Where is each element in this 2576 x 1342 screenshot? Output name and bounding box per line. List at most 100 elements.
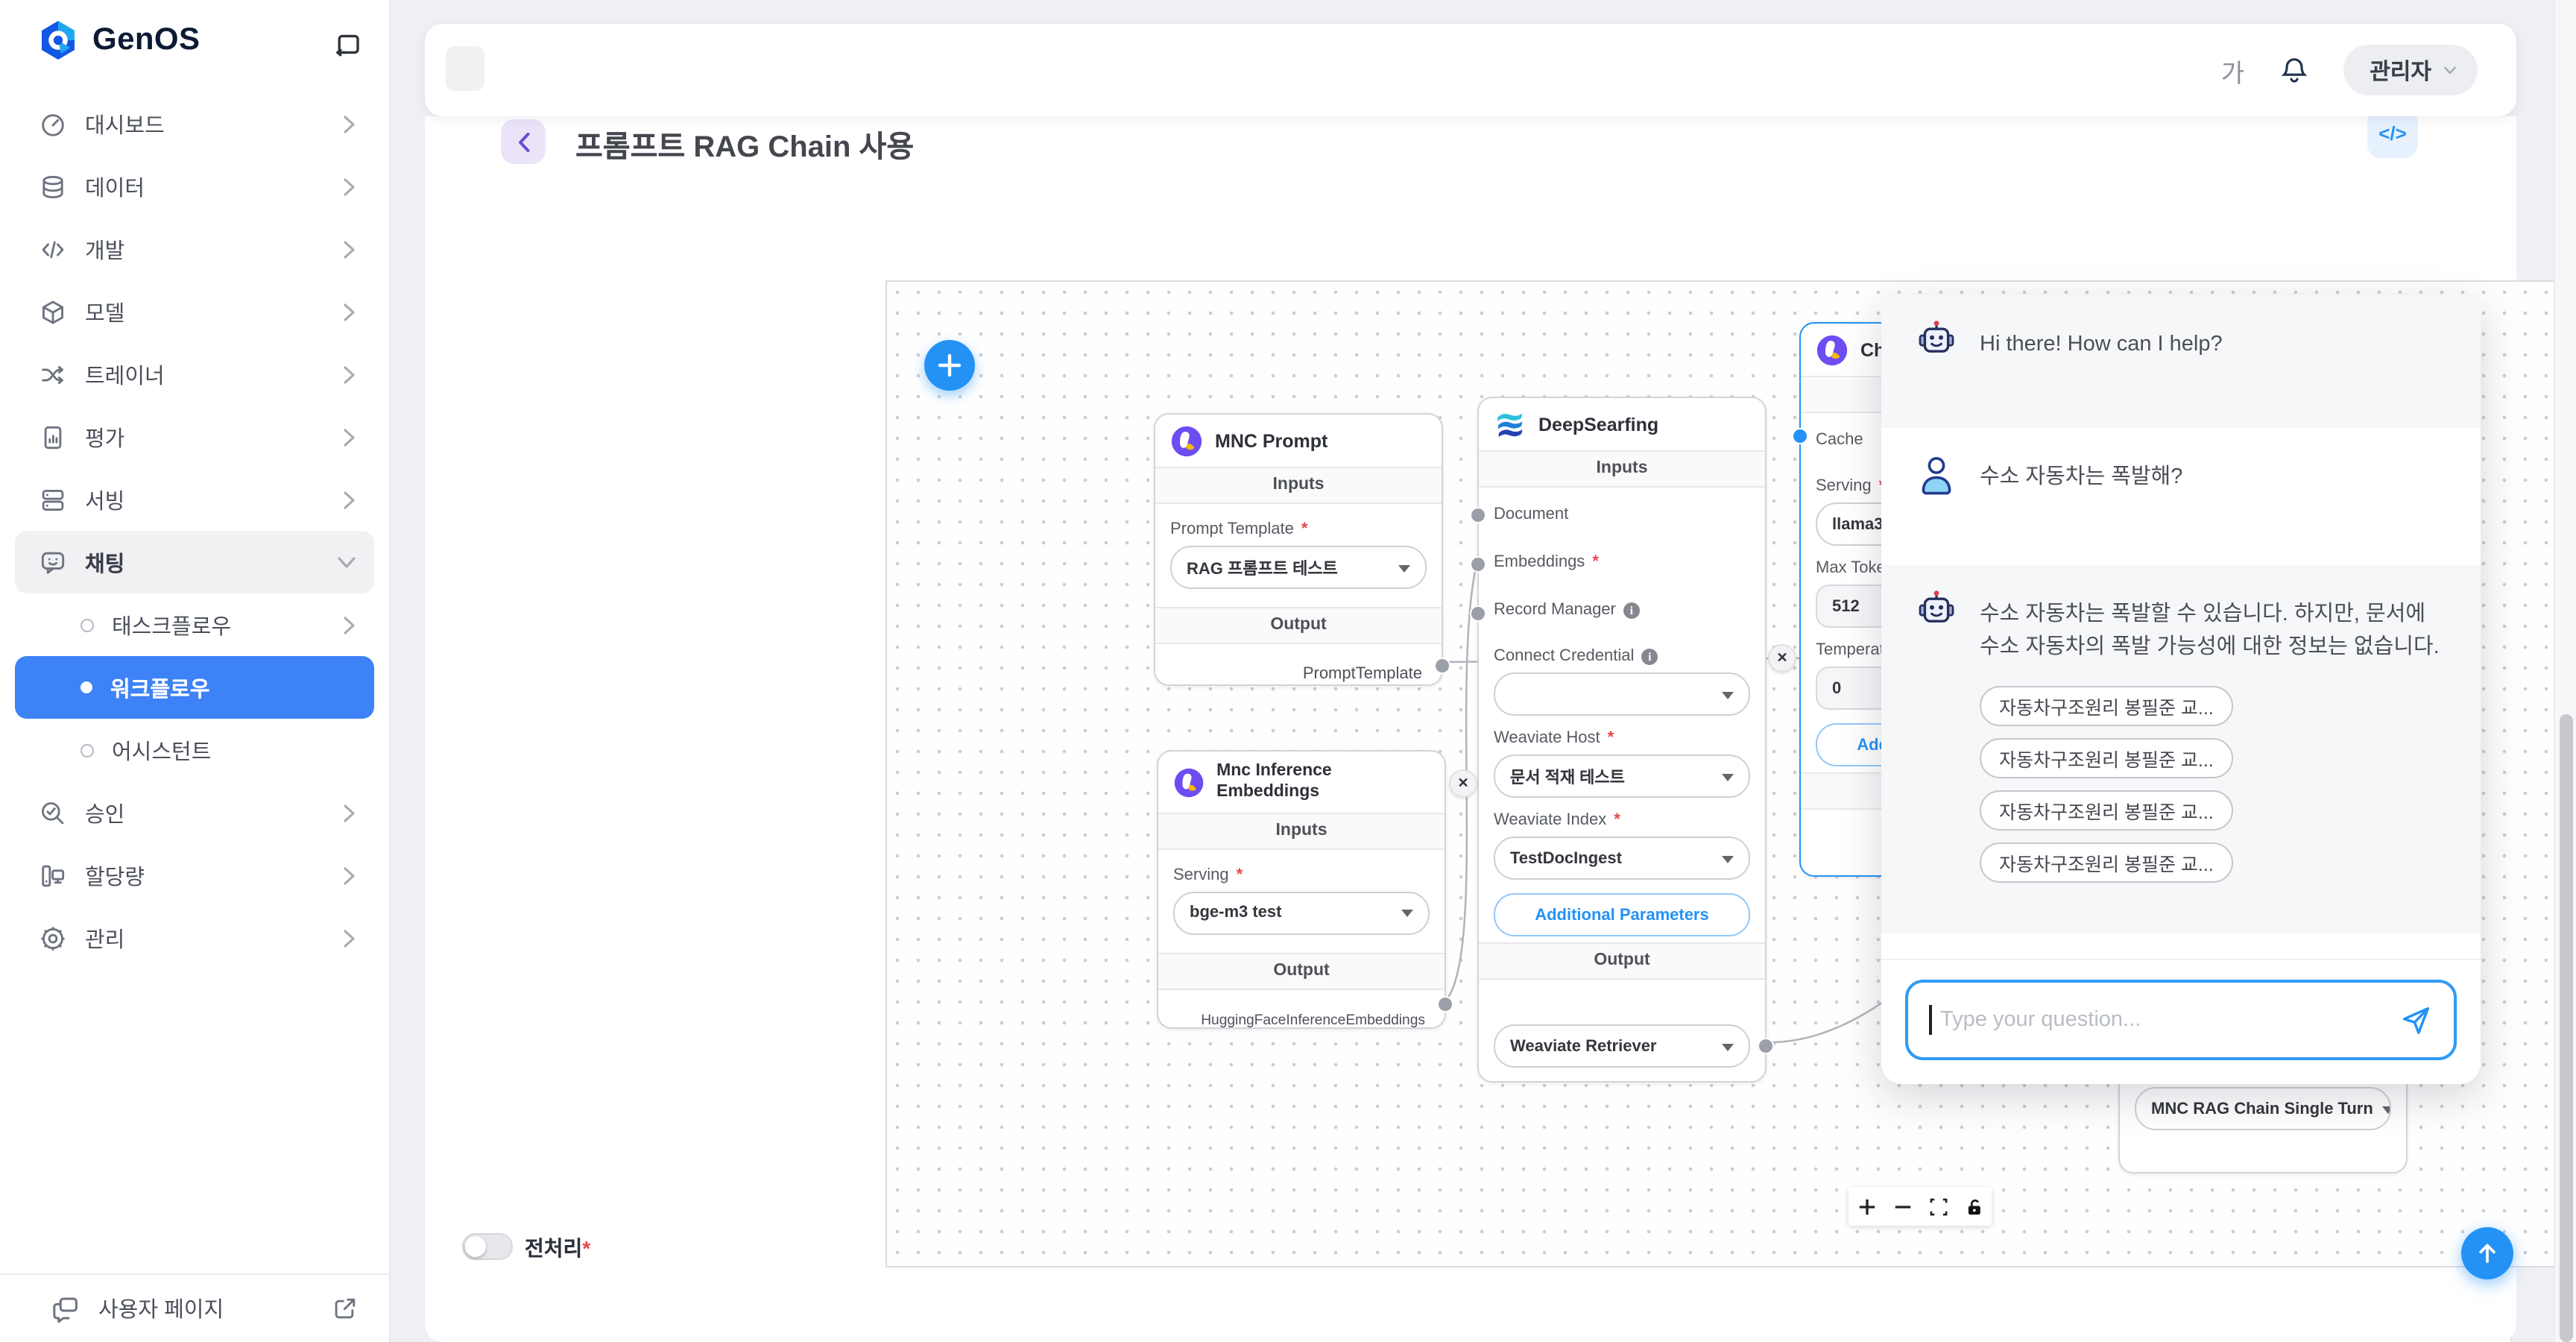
edge-delete-button[interactable]: ✕ [1449, 769, 1477, 798]
output-section-header: Output [1158, 952, 1445, 989]
document-input-handle[interactable] [1470, 507, 1486, 523]
prompt-template-select[interactable]: RAG 프롬프트 테스트 [1170, 546, 1427, 589]
source-document-chip[interactable]: 자동차구조원리 봉필준 교... [1980, 790, 2233, 831]
sidebar-item-label: 워크플로우 [110, 672, 356, 703]
info-icon[interactable]: i [1623, 602, 1640, 618]
output-section-header: Output [1155, 607, 1442, 644]
notification-bell-icon[interactable] [2277, 54, 2310, 86]
node-mnc-inference-embeddings[interactable]: Mnc Inference Embeddings Inputs Serving*… [1157, 750, 1446, 1029]
record-manager-param: Record Manageri [1494, 586, 1750, 634]
sidebar-item-serving[interactable]: 서빙 [15, 468, 374, 531]
plus-icon [940, 356, 959, 375]
bot-avatar-icon [1914, 319, 1959, 364]
output-handle[interactable] [1758, 1038, 1774, 1054]
sidebar-item-dashboard[interactable]: 대시보드 [15, 92, 374, 155]
node-title: Mnc Inference Embeddings [1216, 762, 1430, 803]
sidebar-item-taskflow[interactable]: 태스크플로우 [15, 593, 374, 656]
mnc-logo-icon [1170, 425, 1203, 458]
output-chain-select[interactable]: MNC RAG Chain Single Turn [2135, 1087, 2391, 1130]
caret-down-icon [1722, 1043, 1734, 1056]
weaviate-host-select[interactable]: 문서 적재 테스트 [1494, 755, 1750, 798]
zoom-in-button[interactable] [1849, 1187, 1884, 1226]
serving-select[interactable]: bge-m3 test [1173, 891, 1430, 934]
preprocess-toggle[interactable] [462, 1233, 513, 1260]
sidebar-item-data[interactable]: 데이터 [15, 155, 374, 218]
sidebar-item-label: 평가 [85, 421, 325, 453]
sidebar-item-workflow[interactable]: 워크플로우 [15, 656, 374, 719]
output-handle[interactable] [1434, 658, 1450, 674]
zoom-out-button[interactable] [1884, 1187, 1920, 1226]
sidebar-item-label: 개발 [85, 233, 325, 265]
output-retriever-select[interactable]: Weaviate Retriever [1494, 1024, 1750, 1068]
sidebar-item-quota[interactable]: 할당량 [15, 844, 374, 907]
chat-question-input[interactable]: Type your question... [1905, 980, 2457, 1060]
output-handle[interactable] [1437, 996, 1453, 1012]
node-mnc-prompt[interactable]: MNC Prompt Inputs Prompt Template* RAG 프… [1154, 413, 1443, 686]
back-button[interactable] [501, 119, 546, 164]
source-document-chip[interactable]: 자동차구조원리 봉필준 교... [1980, 842, 2233, 883]
scrollbar-thumb[interactable] [2560, 714, 2573, 1342]
fit-view-button[interactable] [1920, 1187, 1956, 1226]
user-menu-button[interactable]: 관리자 [2343, 45, 2478, 95]
caret-down-icon [1401, 910, 1413, 923]
bullet-icon [80, 743, 94, 757]
arrow-up-icon [2475, 1241, 2500, 1266]
gear-icon [39, 924, 67, 952]
message-text: Hi there! How can I help? [1980, 319, 2223, 362]
app-logo-text: GenOS [92, 22, 200, 58]
sidebar-item-admin[interactable]: 관리 [15, 907, 374, 969]
lock-button[interactable] [1956, 1187, 1992, 1226]
sidebar-item-chatting[interactable]: 채팅 [15, 531, 374, 593]
page-scrollbar[interactable] [2554, 0, 2576, 1342]
search-check-icon [39, 798, 67, 827]
add-node-button[interactable] [924, 340, 975, 391]
font-size-button[interactable]: 가 [2221, 51, 2244, 89]
record-manager-input-handle[interactable] [1470, 605, 1486, 622]
bot-message: Hi there! How can I help? [1881, 295, 2481, 428]
gauge-icon [39, 110, 67, 138]
inputs-section-header: Inputs [1155, 467, 1442, 504]
info-icon[interactable]: i [1641, 648, 1658, 664]
sidebar-item-approval[interactable]: 승인 [15, 781, 374, 844]
edge-delete-button[interactable]: ✕ [1768, 644, 1796, 672]
send-icon[interactable] [2399, 1003, 2433, 1037]
source-document-chip[interactable]: 자동차구조원리 봉필준 교... [1980, 738, 2233, 778]
sidebar-item-label: 대시보드 [85, 108, 325, 139]
document-param: Document [1494, 491, 1750, 538]
sidebar-item-eval[interactable]: 평가 [15, 406, 374, 468]
sidebar-item-trainer[interactable]: 트레이너 [15, 343, 374, 406]
caret-down-icon [1722, 855, 1734, 869]
node-deepsearfing[interactable]: DeepSearfing Inputs Document Embeddings*… [1477, 397, 1767, 1083]
embeddings-input-handle[interactable] [1470, 556, 1486, 573]
user-menu-label: 관리자 [2370, 54, 2431, 86]
sidebar-item-user-page[interactable]: 사용자 페이지 [0, 1273, 389, 1342]
chevron-down-icon [2443, 60, 2457, 80]
connect-credential-select[interactable] [1494, 672, 1750, 716]
flow-controls [1849, 1187, 1992, 1226]
topbar: 가 관리자 [425, 24, 2516, 116]
cache-input-handle[interactable] [1792, 428, 1808, 444]
chat-messages: Hi there! How can I help?수소 자동차는 폭발해?수소 … [1881, 295, 2481, 959]
connect-credential-label: Connect Credentiali [1494, 647, 1750, 665]
inputs-section-header: Inputs [1479, 450, 1765, 488]
weaviate-index-label: Weaviate Index* [1494, 811, 1750, 829]
caret-down-icon [1722, 773, 1734, 787]
scroll-top-button[interactable] [2461, 1227, 2513, 1279]
app-logo[interactable]: GenOS [36, 18, 200, 63]
sidebar-item-label: 서빙 [85, 484, 325, 515]
sidebar-item-label: 데이터 [85, 171, 325, 202]
message-text: 수소 자동차는 폭발해? [1980, 452, 2182, 494]
additional-parameters-button[interactable]: Additional Parameters [1494, 893, 1750, 936]
external-link-icon[interactable] [331, 1294, 359, 1323]
sidebar-item-assistant[interactable]: 어시스턴트 [15, 719, 374, 781]
sidebar-item-model[interactable]: 모델 [15, 280, 374, 343]
serving-label: Serving* [1173, 866, 1430, 883]
genos-logo-icon [36, 18, 80, 63]
source-document-chip[interactable]: 자동차구조원리 봉필준 교... [1980, 686, 2233, 726]
weaviate-index-select[interactable]: TestDocIngest [1494, 837, 1750, 880]
sidebar-item-dev[interactable]: 개발 [15, 218, 374, 280]
bullet-icon [80, 618, 94, 631]
sidebar-collapse-icon[interactable] [329, 27, 365, 63]
embeddings-param: Embeddings* [1494, 538, 1750, 586]
caret-down-icon [2382, 1106, 2391, 1119]
